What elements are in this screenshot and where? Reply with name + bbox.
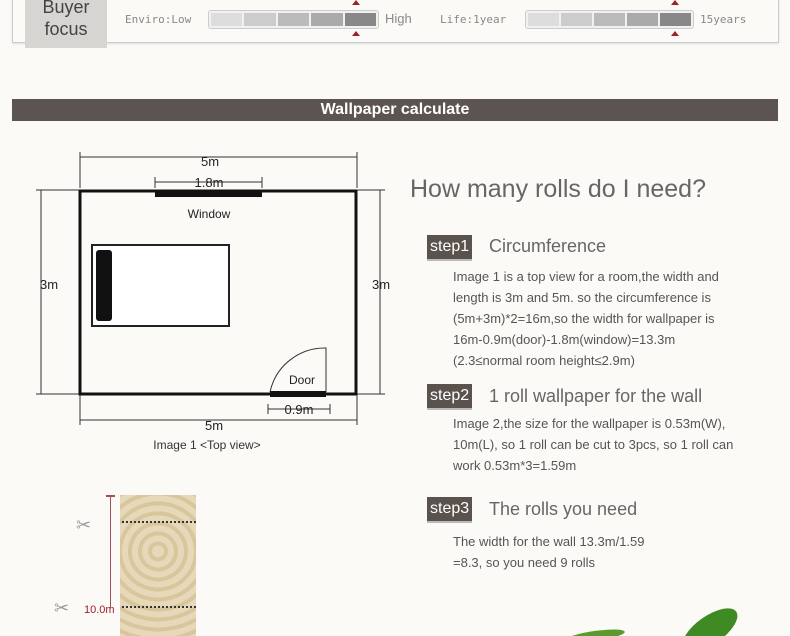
leaf xyxy=(565,629,625,636)
step2-badge: step2 xyxy=(427,384,473,408)
leaves-decoration xyxy=(565,608,738,636)
enviro-marker-bottom xyxy=(352,31,360,36)
scissors-icon: ✂ xyxy=(54,598,70,618)
step3-text: The width for the wall 13.3m/1.59 =8.3, … xyxy=(453,531,773,573)
text-line: Image 1 is a top view for a room,the wid… xyxy=(453,269,719,284)
life-marker-top xyxy=(671,0,679,5)
step3-title: The rolls you need xyxy=(489,499,638,519)
question-heading: How many rolls do I need? xyxy=(410,175,706,203)
text-line: =8.3, so you need 9 rolls xyxy=(453,555,596,570)
focus-label: focus xyxy=(44,19,88,39)
scissors-icon: ✂ xyxy=(76,515,92,535)
life-label: Life:1year xyxy=(440,13,507,26)
text-line: (5m+3m)*2=16m,so the width for wallpaper… xyxy=(453,311,715,326)
wallpaper-roll-image xyxy=(120,495,196,636)
life-marker-bottom xyxy=(671,31,679,36)
leaf xyxy=(682,608,738,636)
door-mark xyxy=(270,391,326,397)
left-height-label: 3m xyxy=(40,277,58,292)
cut-line-2 xyxy=(122,606,196,608)
door-width-label: 0.9m xyxy=(285,402,314,417)
text-line: 10m(L), so 1 roll can be cut to 3pcs, so… xyxy=(453,437,734,452)
length-line-cap xyxy=(106,495,115,497)
diagram-caption: Image 1 <Top view> xyxy=(153,438,260,452)
roll-length-label: 10.0m xyxy=(84,604,115,616)
text-line: Image 2,the size for the wallpaper is 0.… xyxy=(453,416,726,431)
length-line xyxy=(110,495,111,608)
cut-line-1 xyxy=(122,521,196,523)
window-label: Window xyxy=(188,207,231,221)
step1-text: Image 1 is a top view for a room,the wid… xyxy=(453,266,773,371)
enviro-high-label: High xyxy=(385,11,412,26)
room-diagram: 5m 1.8m Window 3m 3m Door 0.9m 5m Image … xyxy=(36,152,390,452)
door-label: Door xyxy=(289,373,315,387)
window-width-label: 1.8m xyxy=(195,175,224,190)
window-mark xyxy=(155,191,262,197)
text-line: 16m-0.9m(door)-1.8m(window)=13.3m xyxy=(453,332,676,347)
pillow xyxy=(96,250,112,321)
step3-badge: step3 xyxy=(427,497,473,521)
life-high-label: 15years xyxy=(700,13,747,26)
text-line: The width for the wall 13.3m/1.59 xyxy=(453,534,645,549)
buyer-focus-label: Buyer focus xyxy=(25,0,107,48)
enviro-label: Enviro:Low xyxy=(125,13,192,26)
life-rating-bar xyxy=(525,10,694,29)
text-line: length is 3m and 5m. so the circumferenc… xyxy=(453,290,711,305)
step2-text: Image 2,the size for the wallpaper is 0.… xyxy=(453,413,773,476)
bottom-width-label: 5m xyxy=(205,418,223,433)
enviro-marker-top xyxy=(352,0,360,5)
step1-title: Circumference xyxy=(489,236,607,256)
bed xyxy=(91,244,230,327)
text-line: work 0.53m*3=1.59m xyxy=(453,458,577,473)
enviro-rating-bar xyxy=(208,10,379,29)
step1-badge: step1 xyxy=(427,235,473,259)
top-width-label: 5m xyxy=(201,154,219,169)
buyer-label: Buyer xyxy=(42,0,90,17)
right-height-label: 3m xyxy=(372,277,390,292)
step2-title: 1 roll wallpaper for the wall xyxy=(489,386,703,406)
text-line: (2.3≤normal room height≤2.9m) xyxy=(453,353,635,368)
section-banner: Wallpaper calculate xyxy=(12,99,778,121)
